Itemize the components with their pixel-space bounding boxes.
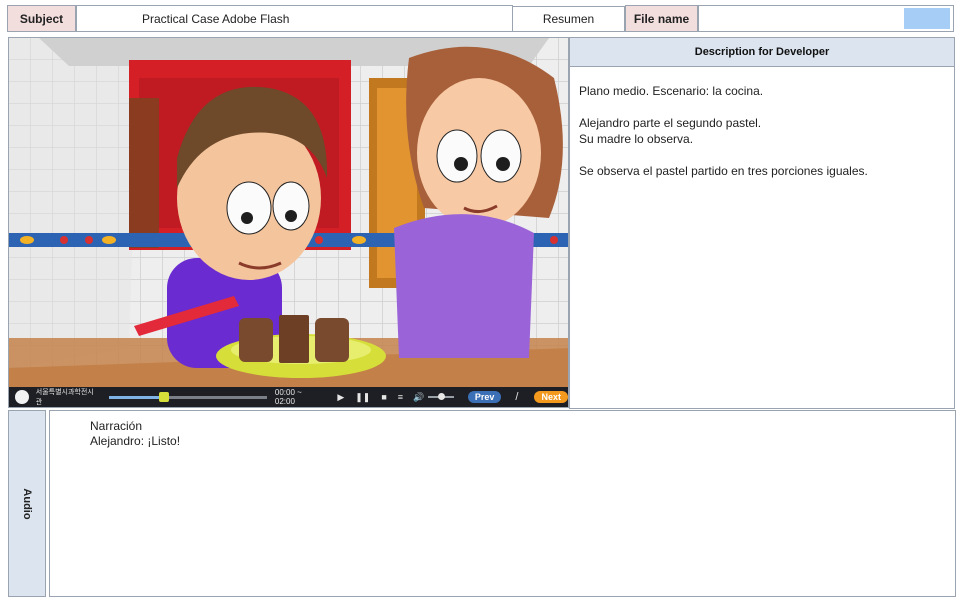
volume-slider[interactable] bbox=[428, 393, 454, 400]
prev-button[interactable]: Prev bbox=[467, 391, 502, 403]
file-name-swatch bbox=[904, 8, 950, 29]
file-name-label: File name bbox=[625, 5, 698, 32]
player-logo-text: 서울특별시과학전시관 bbox=[35, 389, 94, 406]
subject-label: Subject bbox=[7, 5, 76, 32]
audio-line: Narración bbox=[90, 419, 143, 433]
audio-label-cell: Audio bbox=[8, 410, 46, 597]
play-icon[interactable]: ▶ bbox=[337, 392, 344, 403]
description-line: Alejandro parte el segundo pastel. bbox=[579, 116, 762, 130]
audio-line: Alejandro: ¡Listo! bbox=[90, 434, 181, 448]
volume-icon[interactable]: 🔊 bbox=[413, 392, 424, 403]
resumen-label: Resumen bbox=[542, 12, 595, 26]
description-title: Description for Developer bbox=[570, 38, 954, 67]
time-display: 00:00 ~ 02:00 bbox=[274, 388, 302, 406]
menu-icon[interactable]: ≡ bbox=[398, 392, 403, 402]
progress-fill bbox=[109, 395, 165, 399]
pause-icon[interactable]: ❚❚ bbox=[355, 392, 370, 403]
progress-thumb[interactable] bbox=[159, 391, 170, 402]
video-frame[interactable] bbox=[8, 37, 569, 408]
audio-text-panel: Narración Alejandro: ¡Listo! bbox=[49, 410, 956, 597]
progress-track[interactable] bbox=[109, 391, 267, 402]
subject-value-field: Practical Case Adobe Flash bbox=[76, 5, 513, 32]
description-body: Plano medio. Escenario: la cocina. Aleja… bbox=[570, 67, 954, 211]
description-line: Se observa el pastel partido en tres por… bbox=[579, 164, 868, 178]
stop-icon[interactable]: ■ bbox=[381, 392, 386, 402]
prev-next-separator: / bbox=[515, 391, 519, 403]
cartoon-kitchen-scene bbox=[9, 38, 568, 388]
file-name-field bbox=[698, 5, 954, 32]
audio-label: Audio bbox=[21, 487, 33, 520]
description-line: Plano medio. Escenario: la cocina. bbox=[579, 84, 764, 98]
resumen-button[interactable]: Resumen bbox=[512, 6, 625, 32]
next-button[interactable]: Next bbox=[534, 391, 568, 403]
player-logo-icon bbox=[15, 390, 29, 404]
subject-value: Practical Case Adobe Flash bbox=[142, 12, 290, 26]
description-panel: Description for Developer Plano medio. E… bbox=[569, 37, 955, 409]
description-line: Su madre lo observa. bbox=[579, 132, 694, 146]
volume-thumb[interactable] bbox=[438, 393, 446, 400]
player-control-bar: 서울특별시과학전시관 00:00 ~ 02:00 ▶ ❚❚ ■ ≡ 🔊 Prev… bbox=[9, 387, 568, 407]
